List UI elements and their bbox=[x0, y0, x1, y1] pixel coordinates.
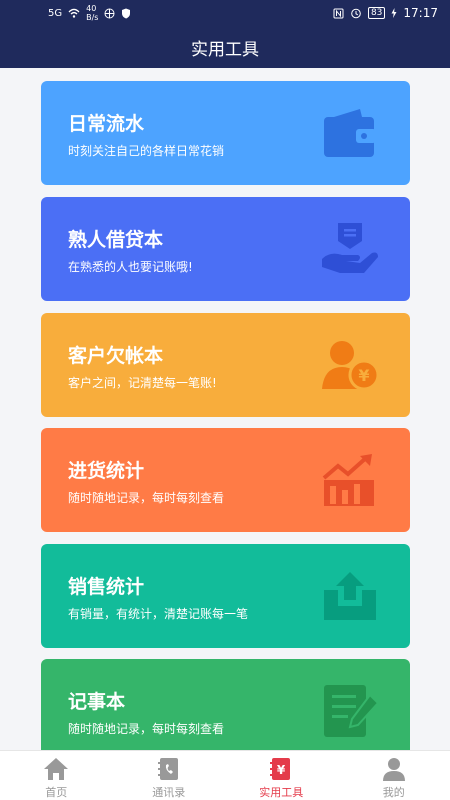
card-subtitle: 在熟悉的人也要记账哦! bbox=[68, 260, 193, 274]
signal-indicator: 5G bbox=[48, 7, 63, 19]
card-title: 日常流水 bbox=[68, 113, 145, 135]
home-icon bbox=[44, 758, 69, 780]
customer-yen-icon: ¥ bbox=[322, 341, 380, 391]
network-speed: 40 B/s bbox=[86, 4, 98, 22]
clock-time: 17:17 bbox=[403, 6, 438, 20]
bottom-tab-bar: 首页 通讯录 ¥ 实用工具 我的 bbox=[0, 750, 450, 800]
card-subtitle: 时刻关注自己的各样日常花销 bbox=[68, 144, 225, 158]
card-title: 熟人借贷本 bbox=[68, 229, 164, 251]
tab-mine[interactable]: 我的 bbox=[338, 751, 450, 800]
card-notepad[interactable]: 记事本 随时随地记录，每时每刻查看 bbox=[41, 659, 410, 750]
status-left: 5G 40 B/s bbox=[48, 4, 131, 22]
card-customer-debt[interactable]: 客户欠帐本 客户之间，记清楚每一笔账! ¥ bbox=[41, 313, 410, 417]
tools-book-icon: ¥ bbox=[270, 758, 291, 780]
card-subtitle: 随时随地记录，每时每刻查看 bbox=[68, 722, 225, 736]
charging-icon bbox=[391, 8, 397, 18]
notepad-icon bbox=[324, 685, 380, 737]
card-subtitle: 有销量，有统计，清楚记账每一笔 bbox=[68, 607, 249, 621]
card-friend-loan[interactable]: 熟人借贷本 在熟悉的人也要记账哦! bbox=[41, 197, 410, 301]
card-subtitle: 随时随地记录，每时每刻查看 bbox=[68, 491, 225, 505]
upload-box-icon bbox=[324, 572, 376, 620]
network-speed-value: 40 bbox=[86, 4, 97, 13]
tab-label: 我的 bbox=[382, 786, 405, 799]
card-title: 客户欠帐本 bbox=[68, 345, 164, 367]
hand-loan-icon bbox=[322, 223, 378, 273]
wifi-icon bbox=[68, 8, 80, 18]
contacts-icon bbox=[157, 758, 178, 780]
card-title: 记事本 bbox=[68, 691, 126, 713]
user-icon bbox=[382, 758, 405, 781]
trend-chart-icon bbox=[322, 454, 374, 506]
status-bar: 5G 40 B/s 83 17:17 bbox=[0, 0, 450, 26]
status-right: 83 17:17 bbox=[333, 6, 438, 20]
title-bar: 实用工具 bbox=[0, 26, 450, 68]
tab-tools[interactable]: ¥ 实用工具 bbox=[225, 751, 338, 800]
tab-label: 实用工具 bbox=[259, 786, 304, 799]
globe-icon bbox=[104, 8, 115, 18]
card-title: 销售统计 bbox=[68, 576, 145, 598]
nfc-icon bbox=[333, 8, 344, 18]
battery-level: 83 bbox=[367, 7, 386, 19]
tab-home[interactable]: 首页 bbox=[0, 751, 113, 800]
tab-contacts[interactable]: 通讯录 bbox=[113, 751, 226, 800]
svg-text:¥: ¥ bbox=[358, 366, 369, 385]
network-speed-unit: B/s bbox=[86, 13, 99, 22]
card-purchase-stats[interactable]: 进货统计 随时随地记录，每时每刻查看 bbox=[41, 428, 410, 532]
tab-label: 首页 bbox=[45, 786, 68, 799]
alarm-icon bbox=[351, 8, 361, 19]
wallet-icon bbox=[324, 109, 376, 157]
card-subtitle: 客户之间，记清楚每一笔账! bbox=[68, 376, 217, 390]
shield-icon bbox=[122, 8, 131, 18]
card-sales-stats[interactable]: 销售统计 有销量，有统计，清楚记账每一笔 bbox=[41, 544, 410, 648]
page-title: 实用工具 bbox=[191, 39, 259, 60]
card-title: 进货统计 bbox=[68, 460, 145, 482]
svg-text:¥: ¥ bbox=[277, 763, 286, 777]
tab-label: 通讯录 bbox=[152, 786, 186, 799]
card-daily-ledger[interactable]: 日常流水 时刻关注自己的各样日常花销 bbox=[41, 81, 410, 185]
tool-list[interactable]: 日常流水 时刻关注自己的各样日常花销 熟人借贷本 在熟悉的人也要记账哦! 客户欠… bbox=[0, 68, 450, 750]
